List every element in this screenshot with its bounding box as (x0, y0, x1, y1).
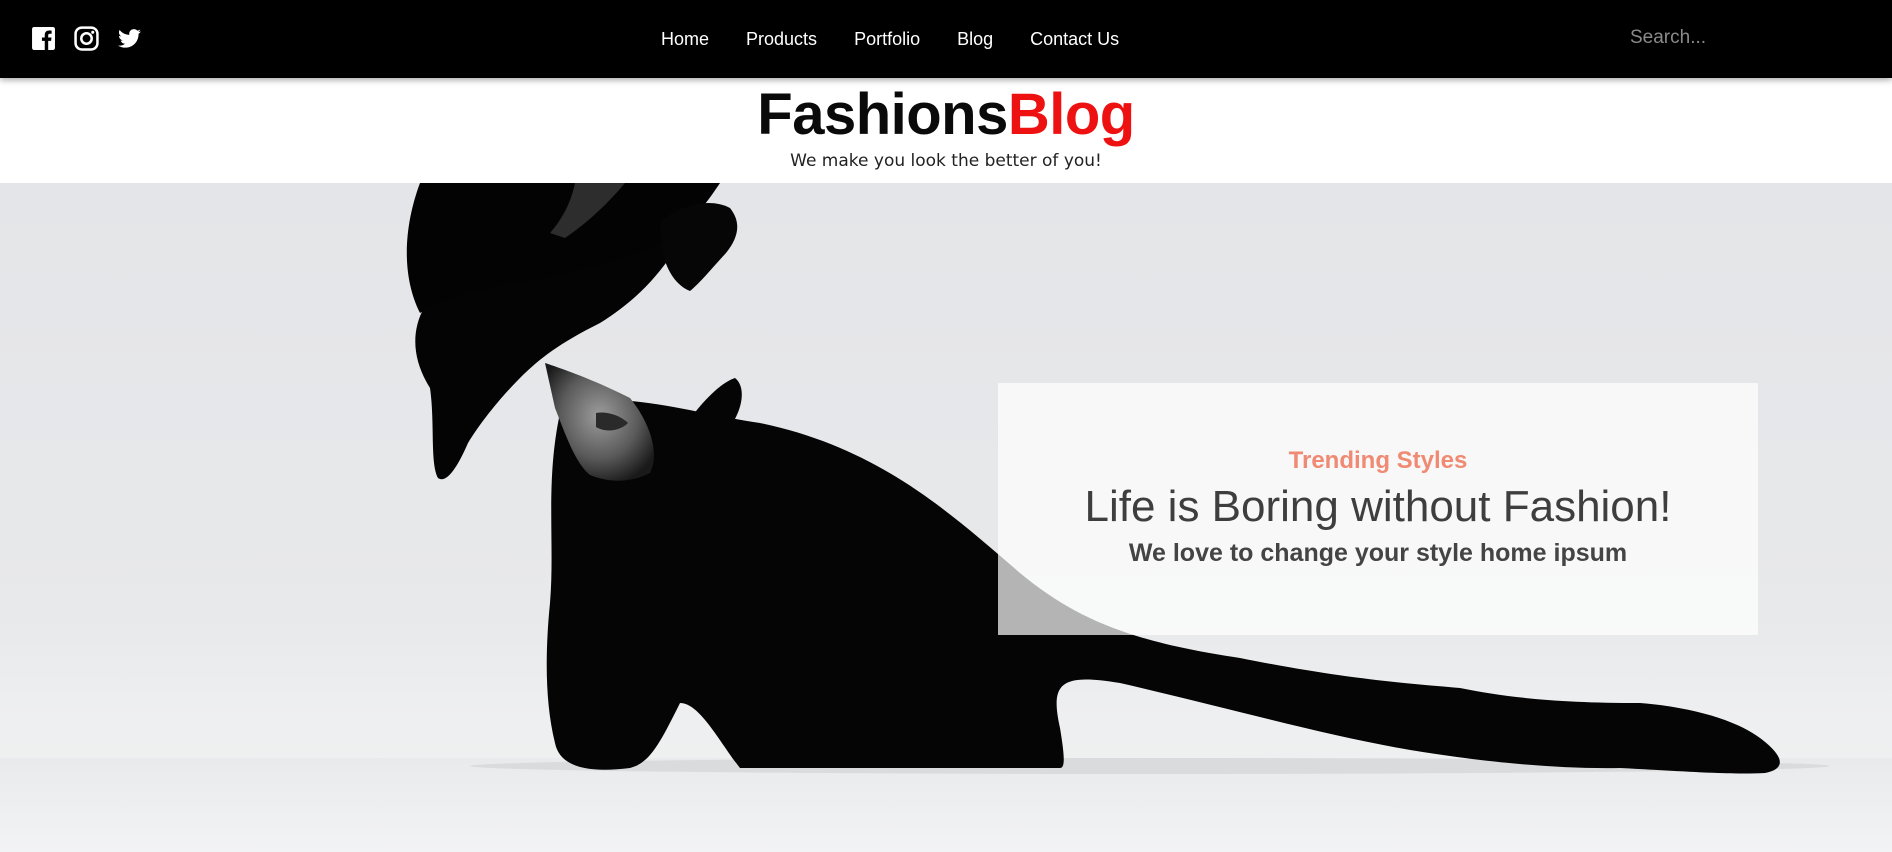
twitter-icon[interactable] (117, 26, 142, 51)
nav-item-blog[interactable]: Blog (957, 29, 993, 50)
nav-item-home[interactable]: Home (661, 29, 709, 50)
hero-banner: Trending Styles Life is Boring without F… (0, 183, 1892, 852)
logo-text-fashions: Fashions (757, 82, 1008, 147)
social-links (31, 26, 142, 51)
nav-item-contact-us[interactable]: Contact Us (1030, 29, 1119, 50)
hero-kicker: Trending Styles (1288, 447, 1468, 474)
hero-subheadline: We love to change your style home ipsum (1128, 539, 1628, 567)
hero-text-card: Trending Styles Life is Boring without F… (998, 383, 1758, 635)
nav-item-products[interactable]: Products (746, 29, 817, 50)
instagram-icon[interactable] (74, 26, 99, 51)
logo-text-blog: Blog (1007, 82, 1135, 147)
main-nav: Home Products Portfolio Blog Contact Us (661, 0, 1156, 78)
search-input[interactable] (1630, 22, 1860, 54)
brand-header: FashionsBlog We make you look the better… (0, 78, 1892, 183)
site-logo[interactable]: FashionsBlog (0, 81, 1892, 149)
nav-item-portfolio[interactable]: Portfolio (854, 29, 920, 50)
site-tagline: We make you look the better of you! (790, 151, 1102, 171)
hero-headline: Life is Boring without Fashion! (1084, 482, 1672, 531)
facebook-icon[interactable] (31, 26, 56, 51)
top-navigation-bar: Home Products Portfolio Blog Contact Us (0, 0, 1892, 78)
